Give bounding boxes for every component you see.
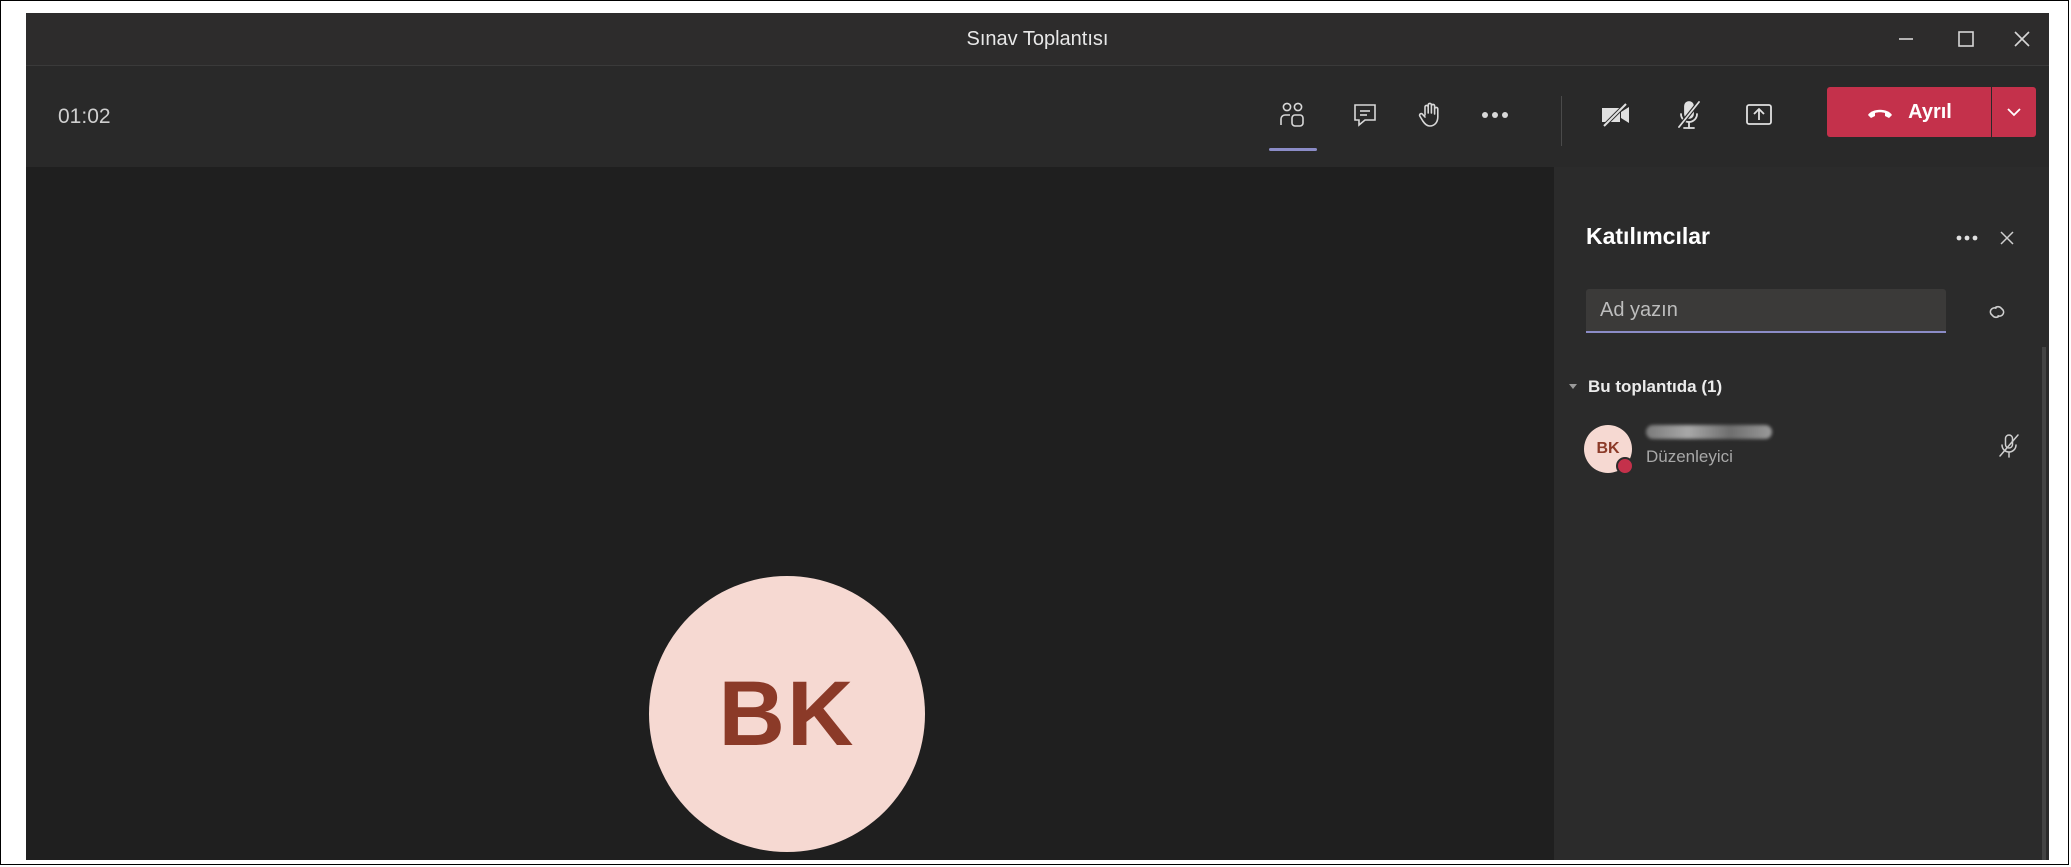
maximize-button[interactable] xyxy=(1938,13,1994,65)
meeting-toolbar: 01:02 Ayrıl xyxy=(26,66,2049,167)
share-screen-icon xyxy=(1746,104,1772,125)
caret-down-icon xyxy=(1569,384,1577,389)
people-icon xyxy=(1280,102,1304,127)
window-title: Sınav Toplantısı xyxy=(966,28,1109,50)
meeting-window: Sınav Toplantısı 01:02 Ayrıl BK Katılımc… xyxy=(26,13,2049,860)
participant-mic-status xyxy=(1994,431,2024,461)
leave-button[interactable]: Ayrıl xyxy=(1827,87,1991,137)
minimize-button[interactable] xyxy=(1878,13,1934,65)
chevron-down-icon xyxy=(2007,108,2021,117)
participant-name-redacted xyxy=(1646,425,1772,439)
mic-off-icon xyxy=(1999,434,2019,458)
participants-panel: Katılımcılar Bu toplantıda (1) xyxy=(1554,167,2049,860)
in-meeting-section-toggle[interactable]: Bu toplantıda (1) xyxy=(1568,377,1722,397)
close-window-button[interactable] xyxy=(1994,13,2049,65)
leave-options-dropdown[interactable] xyxy=(1992,87,2036,137)
copy-invite-link-button[interactable] xyxy=(1982,297,2012,327)
more-options-icon xyxy=(1956,235,1978,241)
share-screen-button[interactable] xyxy=(1733,89,1785,141)
raise-hand-button[interactable] xyxy=(1405,89,1457,141)
participant-role: Düzenleyici xyxy=(1646,447,1733,466)
camera-toggle-button[interactable] xyxy=(1590,89,1642,141)
toolbar-divider xyxy=(1561,96,1562,146)
raise-hand-icon xyxy=(1418,102,1439,127)
panel-close-button[interactable] xyxy=(1990,221,2024,255)
minimize-icon xyxy=(1899,38,1913,40)
presence-status-dot xyxy=(1616,457,1634,475)
call-timer: 01:02 xyxy=(58,105,111,128)
panel-scrollbar[interactable] xyxy=(2042,347,2046,860)
maximize-icon xyxy=(1958,31,1974,47)
section-label: Bu toplantıda (1) xyxy=(1588,377,1723,396)
title-bar: Sınav Toplantısı xyxy=(26,13,2049,66)
more-actions-button[interactable] xyxy=(1469,89,1521,141)
chat-button[interactable] xyxy=(1339,89,1391,141)
screenshot-frame: Sınav Toplantısı 01:02 Ayrıl BK Katılımc… xyxy=(0,0,2069,865)
close-icon xyxy=(2014,31,2030,47)
more-options-icon xyxy=(1482,112,1508,118)
participant-list-item[interactable]: BK Düzenleyici xyxy=(1584,423,2019,479)
participants-button[interactable] xyxy=(1267,89,1319,141)
chat-icon xyxy=(1354,104,1376,127)
participant-search-input[interactable] xyxy=(1586,289,1946,333)
participant-avatar-large: BK xyxy=(649,576,925,852)
hang-up-icon xyxy=(1868,109,1893,118)
camera-off-icon xyxy=(1602,102,1629,128)
panel-title: Katılımcılar xyxy=(1586,223,1710,249)
mic-toggle-button[interactable] xyxy=(1663,89,1715,141)
panel-more-button[interactable] xyxy=(1950,221,1984,255)
link-icon xyxy=(1989,305,2005,319)
leave-label: Ayrıl xyxy=(1908,100,1952,123)
active-tab-indicator xyxy=(1269,148,1317,151)
close-icon xyxy=(2000,231,2014,245)
video-stage: BK xyxy=(26,167,1554,860)
mic-off-icon xyxy=(1677,100,1701,129)
